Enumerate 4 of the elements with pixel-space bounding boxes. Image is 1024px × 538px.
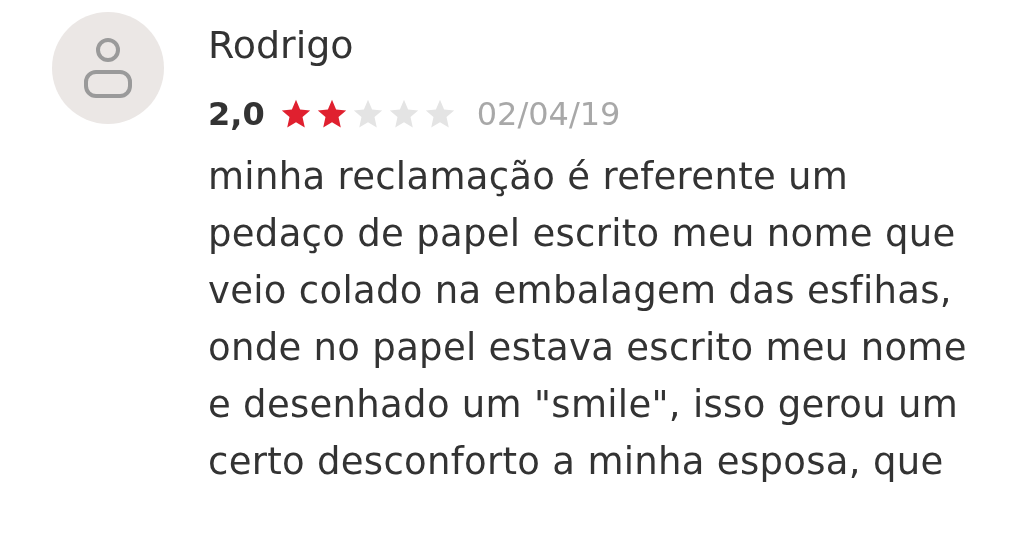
rating-score: 2,0 — [208, 94, 265, 135]
author-name: Rodrigo — [208, 26, 355, 64]
review-date: 02/04/19 — [476, 94, 621, 135]
review-text: minha reclamação é referente um pedaço de papel escrito meu nome que veio colado na embalagem das esfihas, onde no papel estava escrito meu nome e desenhado um "smile", isso gerou um certo desconforto a minha esposa, que — [208, 154, 968, 485]
